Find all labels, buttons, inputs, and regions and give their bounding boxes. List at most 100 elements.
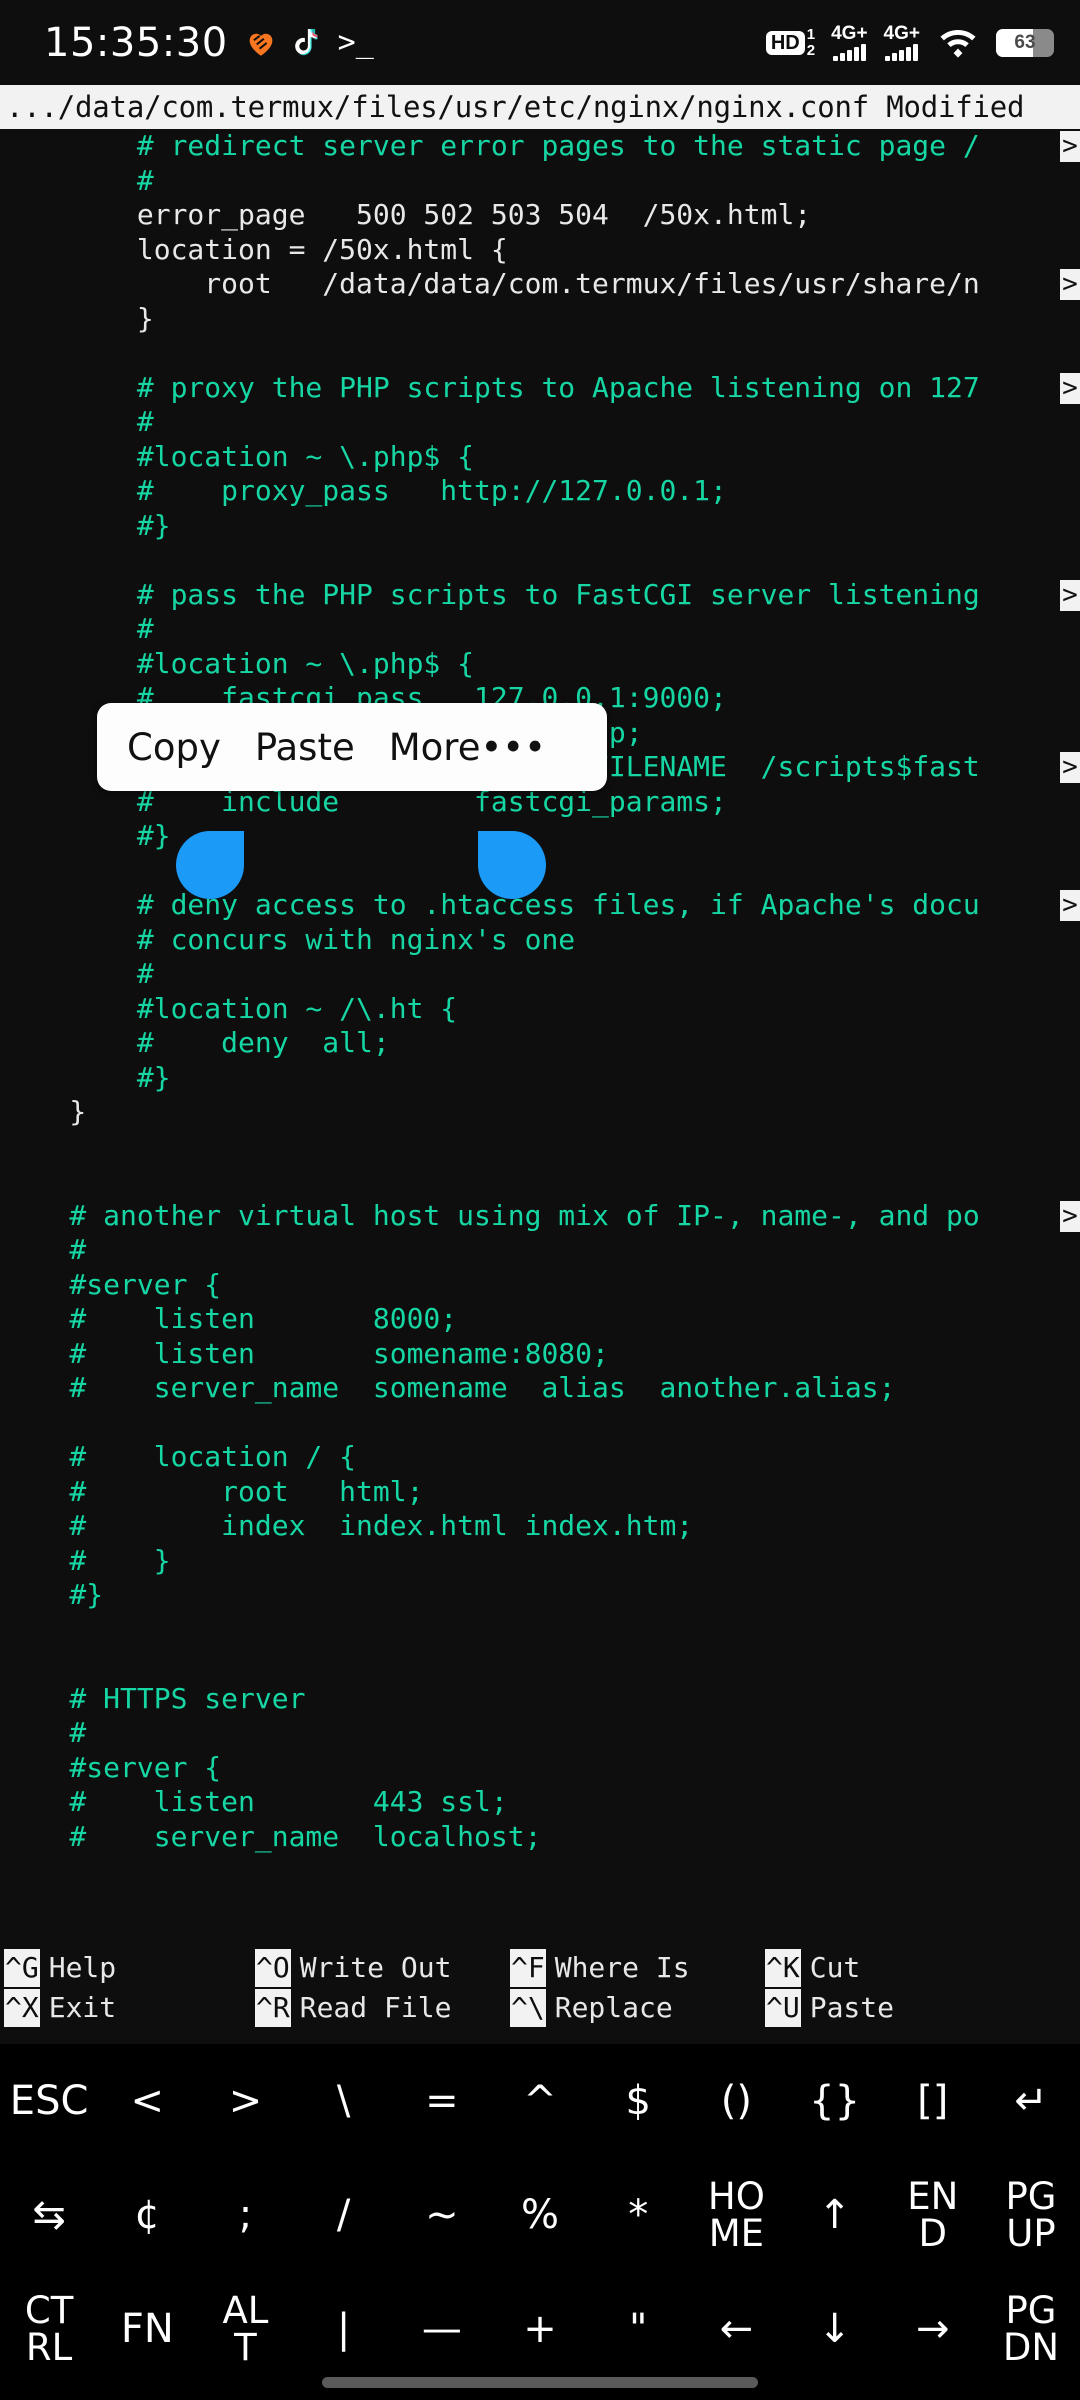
key-dollar[interactable]: $ (589, 2044, 687, 2158)
editor-line[interactable]: #location ~ /\.ht { (0, 992, 1080, 1027)
editor-line[interactable]: # listen 443 ssl; (0, 1785, 1080, 1820)
shortcut-help[interactable]: ^G Help (4, 1949, 255, 1987)
key-ctrl[interactable]: CT RL (0, 2272, 98, 2386)
key-less-than[interactable]: < (98, 2044, 196, 2158)
editor-line[interactable]: root /data/data/com.termux/files/usr/sha… (0, 267, 1080, 302)
key-esc[interactable]: ESC (0, 2044, 98, 2158)
editor-line[interactable]: # (0, 405, 1080, 440)
editor-line[interactable]: # location / { (0, 1440, 1080, 1475)
editor-line[interactable]: # deny all; (0, 1026, 1080, 1061)
key-percent[interactable]: % (491, 2158, 589, 2272)
key-braces[interactable]: {} (786, 2044, 884, 2158)
editor-line[interactable]: #location ~ \.php$ { (0, 440, 1080, 475)
key-page-up[interactable]: PG UP (982, 2158, 1080, 2272)
editor-line[interactable]: # server_name localhost; (0, 1820, 1080, 1855)
editor-line[interactable] (0, 1613, 1080, 1648)
key-cent[interactable]: ¢ (98, 2158, 196, 2272)
shortcut-replace[interactable]: ^\ Replace (510, 1989, 765, 2027)
editor-line[interactable]: #server { (0, 1751, 1080, 1786)
editor-line[interactable]: # concurs with nginx's one (0, 923, 1080, 958)
editor-line[interactable]: # redirect server error pages to the sta… (0, 129, 1080, 164)
paste-action[interactable]: Paste (255, 726, 355, 769)
editor-line[interactable] (0, 1406, 1080, 1441)
key-fn[interactable]: FN (98, 2272, 196, 2386)
more-action[interactable]: More••• (389, 726, 546, 769)
key-brackets[interactable]: [] (884, 2044, 982, 2158)
shortcut-paste[interactable]: ^U Paste (765, 1989, 1020, 2027)
shortcut-cut[interactable]: ^K Cut (765, 1949, 1020, 1987)
comment-text: # (2, 612, 154, 645)
key-arrow-left[interactable]: ← (687, 2272, 785, 2386)
editor-line[interactable]: # another virtual host using mix of IP-,… (0, 1199, 1080, 1234)
editor-line[interactable]: # (0, 1716, 1080, 1751)
shortcut-write-out[interactable]: ^O Write Out (255, 1949, 510, 1987)
comment-text: # location / { (2, 1440, 357, 1473)
key-plus[interactable]: + (491, 2272, 589, 2386)
shortcut-exit[interactable]: ^X Exit (4, 1989, 255, 2027)
key-parens[interactable]: () (687, 2044, 785, 2158)
key-backslash[interactable]: \ (295, 2044, 393, 2158)
editor-line[interactable] (0, 543, 1080, 578)
shortcut-label: Paste (809, 1991, 895, 2024)
editor-line[interactable]: # listen somename:8080; (0, 1337, 1080, 1372)
editor-line[interactable]: } (0, 1095, 1080, 1130)
editor-line[interactable] (0, 336, 1080, 371)
editor-line[interactable]: #location ~ \.php$ { (0, 647, 1080, 682)
selection-handle-end[interactable] (478, 831, 546, 899)
key-home[interactable]: HO ME (687, 2158, 785, 2272)
editor-line[interactable] (0, 1647, 1080, 1682)
key-minus[interactable]: — (393, 2272, 491, 2386)
editor-line[interactable] (0, 1130, 1080, 1165)
shortcut-label: Exit (48, 1991, 117, 2024)
comment-text: # another virtual host using mix of IP-,… (2, 1198, 980, 1232)
key-tab[interactable]: ⇆ (0, 2158, 98, 2272)
editor-line[interactable]: #} (0, 1061, 1080, 1096)
key-page-down[interactable]: PG DN (982, 2272, 1080, 2386)
editor-line[interactable]: # (0, 957, 1080, 992)
comment-text: # listen 443 ssl; (2, 1785, 508, 1818)
key-arrow-right[interactable]: → (884, 2272, 982, 2386)
editor-line[interactable] (0, 1164, 1080, 1199)
gesture-navigation-bar[interactable] (322, 2377, 758, 2388)
editor-line[interactable]: #} (0, 509, 1080, 544)
key-tilde[interactable]: ~ (393, 2158, 491, 2272)
key-greater-than[interactable]: > (196, 2044, 294, 2158)
editor-line[interactable]: location = /50x.html { (0, 233, 1080, 268)
editor-line[interactable]: # index index.html index.htm; (0, 1509, 1080, 1544)
editor-line[interactable]: # (0, 1233, 1080, 1268)
key-quote[interactable]: " (589, 2272, 687, 2386)
key-semicolon[interactable]: ; (196, 2158, 294, 2272)
copy-action[interactable]: Copy (127, 726, 221, 769)
key-pipe[interactable]: | (295, 2272, 393, 2386)
editor-line[interactable]: # (0, 164, 1080, 199)
line-continuation-marker: > (1060, 890, 1080, 921)
editor-line[interactable]: # (0, 612, 1080, 647)
nano-editor-area[interactable]: # redirect server error pages to the sta… (0, 129, 1080, 1939)
editor-line[interactable]: # proxy_pass http://127.0.0.1; (0, 474, 1080, 509)
comment-text: #location ~ \.php$ { (2, 646, 475, 680)
editor-line[interactable]: # server_name somename alias another.ali… (0, 1371, 1080, 1406)
key-equals[interactable]: = (393, 2044, 491, 2158)
editor-line[interactable]: # proxy the PHP scripts to Apache listen… (0, 371, 1080, 406)
key-end[interactable]: EN D (884, 2158, 982, 2272)
key-caret[interactable]: ^ (491, 2044, 589, 2158)
key-asterisk[interactable]: * (589, 2158, 687, 2272)
key-slash[interactable]: / (295, 2158, 393, 2272)
editor-line[interactable]: } (0, 302, 1080, 337)
editor-line[interactable]: #server { (0, 1268, 1080, 1303)
selection-handle-start[interactable] (176, 831, 244, 899)
editor-line[interactable]: # listen 8000; (0, 1302, 1080, 1337)
key-alt[interactable]: AL T (196, 2272, 294, 2386)
editor-line[interactable]: # pass the PHP scripts to FastCGI server… (0, 578, 1080, 613)
editor-line[interactable]: # deny access to .htaccess files, if Apa… (0, 888, 1080, 923)
editor-line[interactable]: #} (0, 1578, 1080, 1613)
editor-line[interactable]: # root html; (0, 1475, 1080, 1510)
editor-line[interactable]: # HTTPS server (0, 1682, 1080, 1717)
editor-line[interactable]: error_page 500 502 503 504 /50x.html; (0, 198, 1080, 233)
editor-line[interactable]: # } (0, 1544, 1080, 1579)
shortcut-read-file[interactable]: ^R Read File (255, 1989, 510, 2027)
key-arrow-up[interactable]: ↑ (786, 2158, 884, 2272)
shortcut-where-is[interactable]: ^F Where Is (510, 1949, 765, 1987)
key-enter[interactable]: ↵ (982, 2044, 1080, 2158)
key-arrow-down[interactable]: ↓ (786, 2272, 884, 2386)
